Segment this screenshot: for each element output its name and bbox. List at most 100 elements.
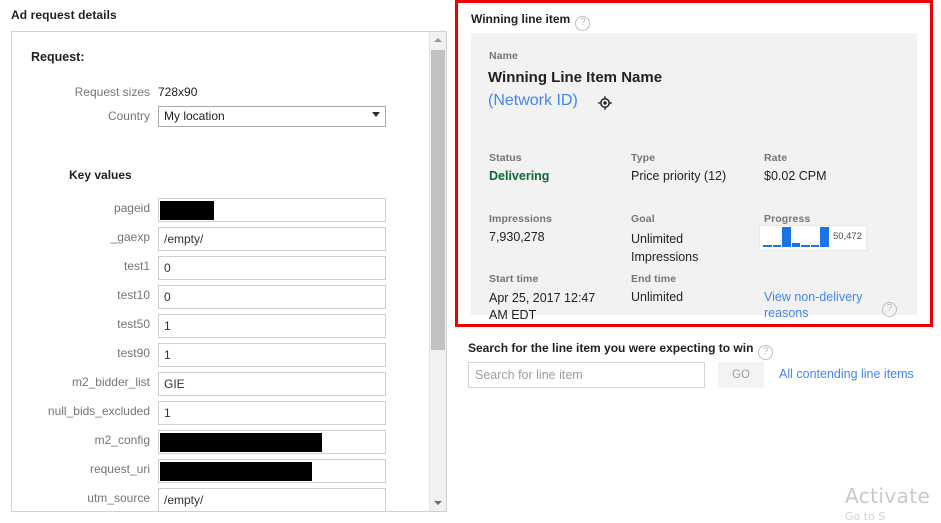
field-label: test10 <box>117 288 150 302</box>
ad-request-details-panel: Ad request details Request: Request size… <box>0 0 455 517</box>
type-label: Type <box>631 152 655 164</box>
field-input[interactable] <box>158 430 386 454</box>
network-id-link[interactable]: (Network ID) <box>488 92 578 110</box>
impressions-value: 7,930,278 <box>489 230 545 244</box>
sparkline-bar <box>811 245 820 247</box>
field-row: _gaexp/empty/ <box>12 227 431 256</box>
field-row-country: Country My location <box>12 106 431 135</box>
field-row: pageid <box>12 198 431 227</box>
end-time-value: Unlimited <box>631 290 683 304</box>
field-input[interactable]: /empty/ <box>158 488 386 512</box>
target-icon[interactable] <box>598 96 612 110</box>
field-value: 1 <box>164 348 171 362</box>
sparkline-bar <box>763 245 772 247</box>
field-input[interactable]: 1 <box>158 401 386 425</box>
field-label: test1 <box>124 259 150 273</box>
impressions-label: Impressions <box>489 213 552 225</box>
chevron-up-icon <box>434 38 442 42</box>
field-label-request-sizes: Request sizes <box>75 85 150 99</box>
field-row: test1 0 <box>12 256 431 285</box>
request-heading: Request: <box>31 50 84 64</box>
field-input[interactable]: 1 <box>158 314 386 338</box>
chevron-down-icon <box>434 501 442 505</box>
start-time-label: Start time <box>489 273 538 285</box>
field-value: GIE <box>164 377 185 391</box>
sparkline-bar <box>801 245 810 247</box>
goal-value: Unlimited Impressions <box>631 230 741 266</box>
progress-sparkline-chart: 50,472 <box>759 225 867 251</box>
winning-line-item-title: Winning line item <box>471 12 570 26</box>
field-row: test901 <box>12 343 431 372</box>
help-icon[interactable]: ? <box>758 345 773 360</box>
chevron-down-icon <box>372 112 380 117</box>
search-heading: Search for the line item you were expect… <box>468 341 773 360</box>
field-value: 0 <box>164 261 171 275</box>
search-heading-text: Search for the line item you were expect… <box>468 341 753 355</box>
end-time-label: End time <box>631 273 676 285</box>
field-label: _gaexp <box>111 230 150 244</box>
page-title: Ad request details <box>11 8 117 22</box>
vertical-scrollbar[interactable] <box>429 32 446 511</box>
request-details-box: Request: Request sizes 728x90 Country My… <box>11 31 447 512</box>
field-label-country: Country <box>108 109 150 123</box>
status-badge: Delivering <box>489 169 549 183</box>
field-input[interactable]: 1 <box>158 343 386 367</box>
field-value: 1 <box>164 406 171 420</box>
field-input[interactable] <box>158 198 386 222</box>
help-icon[interactable]: ? <box>575 16 590 31</box>
status-label: Status <box>489 152 522 164</box>
winning-line-item-panel: Winning line item? Name Winning Line Ite… <box>455 0 941 517</box>
winning-line-item-highlight-box: Winning line item? Name Winning Line Ite… <box>455 0 933 327</box>
start-time-value: Apr 25, 2017 12:47 AM EDT <box>489 290 609 324</box>
winning-line-item-card: Name Winning Line Item Name (Network ID)… <box>471 33 917 315</box>
name-label: Name <box>489 50 518 62</box>
search-input[interactable] <box>468 362 705 388</box>
field-row: m2_config <box>12 430 431 459</box>
field-value: /empty/ <box>164 232 203 246</box>
scroll-up-button[interactable] <box>430 32 446 48</box>
field-row: utm_source/empty/ <box>12 488 431 512</box>
type-value: Price priority (12) <box>631 169 726 183</box>
field-label: utm_source <box>87 491 150 505</box>
country-select[interactable]: My location <box>158 106 386 127</box>
request-scroll-content: Request: Request sizes 728x90 Country My… <box>12 32 431 511</box>
scrollbar-thumb[interactable] <box>431 50 445 350</box>
rate-label: Rate <box>764 152 787 164</box>
windows-activation-watermark: Activate <box>845 484 930 508</box>
field-value: 1 <box>164 319 171 333</box>
field-value: /empty/ <box>164 493 203 507</box>
field-input[interactable]: 0 <box>158 285 386 309</box>
progress-value: 50,472 <box>833 231 862 242</box>
field-label: request_uri <box>90 462 150 476</box>
view-non-delivery-reasons-link[interactable]: View non-delivery reasons <box>764 289 868 321</box>
field-row: test50 1 <box>12 314 431 343</box>
field-label: test50 <box>117 317 150 331</box>
field-input[interactable] <box>158 459 386 483</box>
field-value-request-sizes: 728x90 <box>158 85 197 99</box>
field-input[interactable]: /empty/ <box>158 227 386 251</box>
go-button[interactable]: GO <box>718 362 764 388</box>
help-icon[interactable]: ? <box>882 302 897 317</box>
rate-value: $0.02 CPM <box>764 169 827 183</box>
field-input[interactable]: 0 <box>158 256 386 280</box>
redacted-value <box>160 462 312 481</box>
country-select-value: My location <box>164 109 225 123</box>
field-label: m2_config <box>95 433 150 447</box>
field-row: m2_bidder_list GIE <box>12 372 431 401</box>
field-input[interactable]: GIE <box>158 372 386 396</box>
sparkline-bar <box>782 227 791 247</box>
scroll-down-button[interactable] <box>430 495 446 511</box>
field-label: null_bids_excluded <box>48 404 150 418</box>
sparkline-bars <box>763 227 829 247</box>
line-item-name: Winning Line Item Name <box>488 69 662 86</box>
field-row: request_uri <box>12 459 431 488</box>
field-row: null_bids_excluded 1 <box>12 401 431 430</box>
field-label: pageid <box>114 201 150 215</box>
winning-line-item-header: Winning line item? <box>471 12 590 31</box>
all-contending-line-items-link[interactable]: All contending line items <box>779 367 914 381</box>
field-label: m2_bidder_list <box>72 375 150 389</box>
sparkline-bar <box>773 245 782 247</box>
field-row: test10 0 <box>12 285 431 314</box>
key-values-heading: Key values <box>69 168 132 182</box>
sparkline-bar <box>820 227 829 247</box>
